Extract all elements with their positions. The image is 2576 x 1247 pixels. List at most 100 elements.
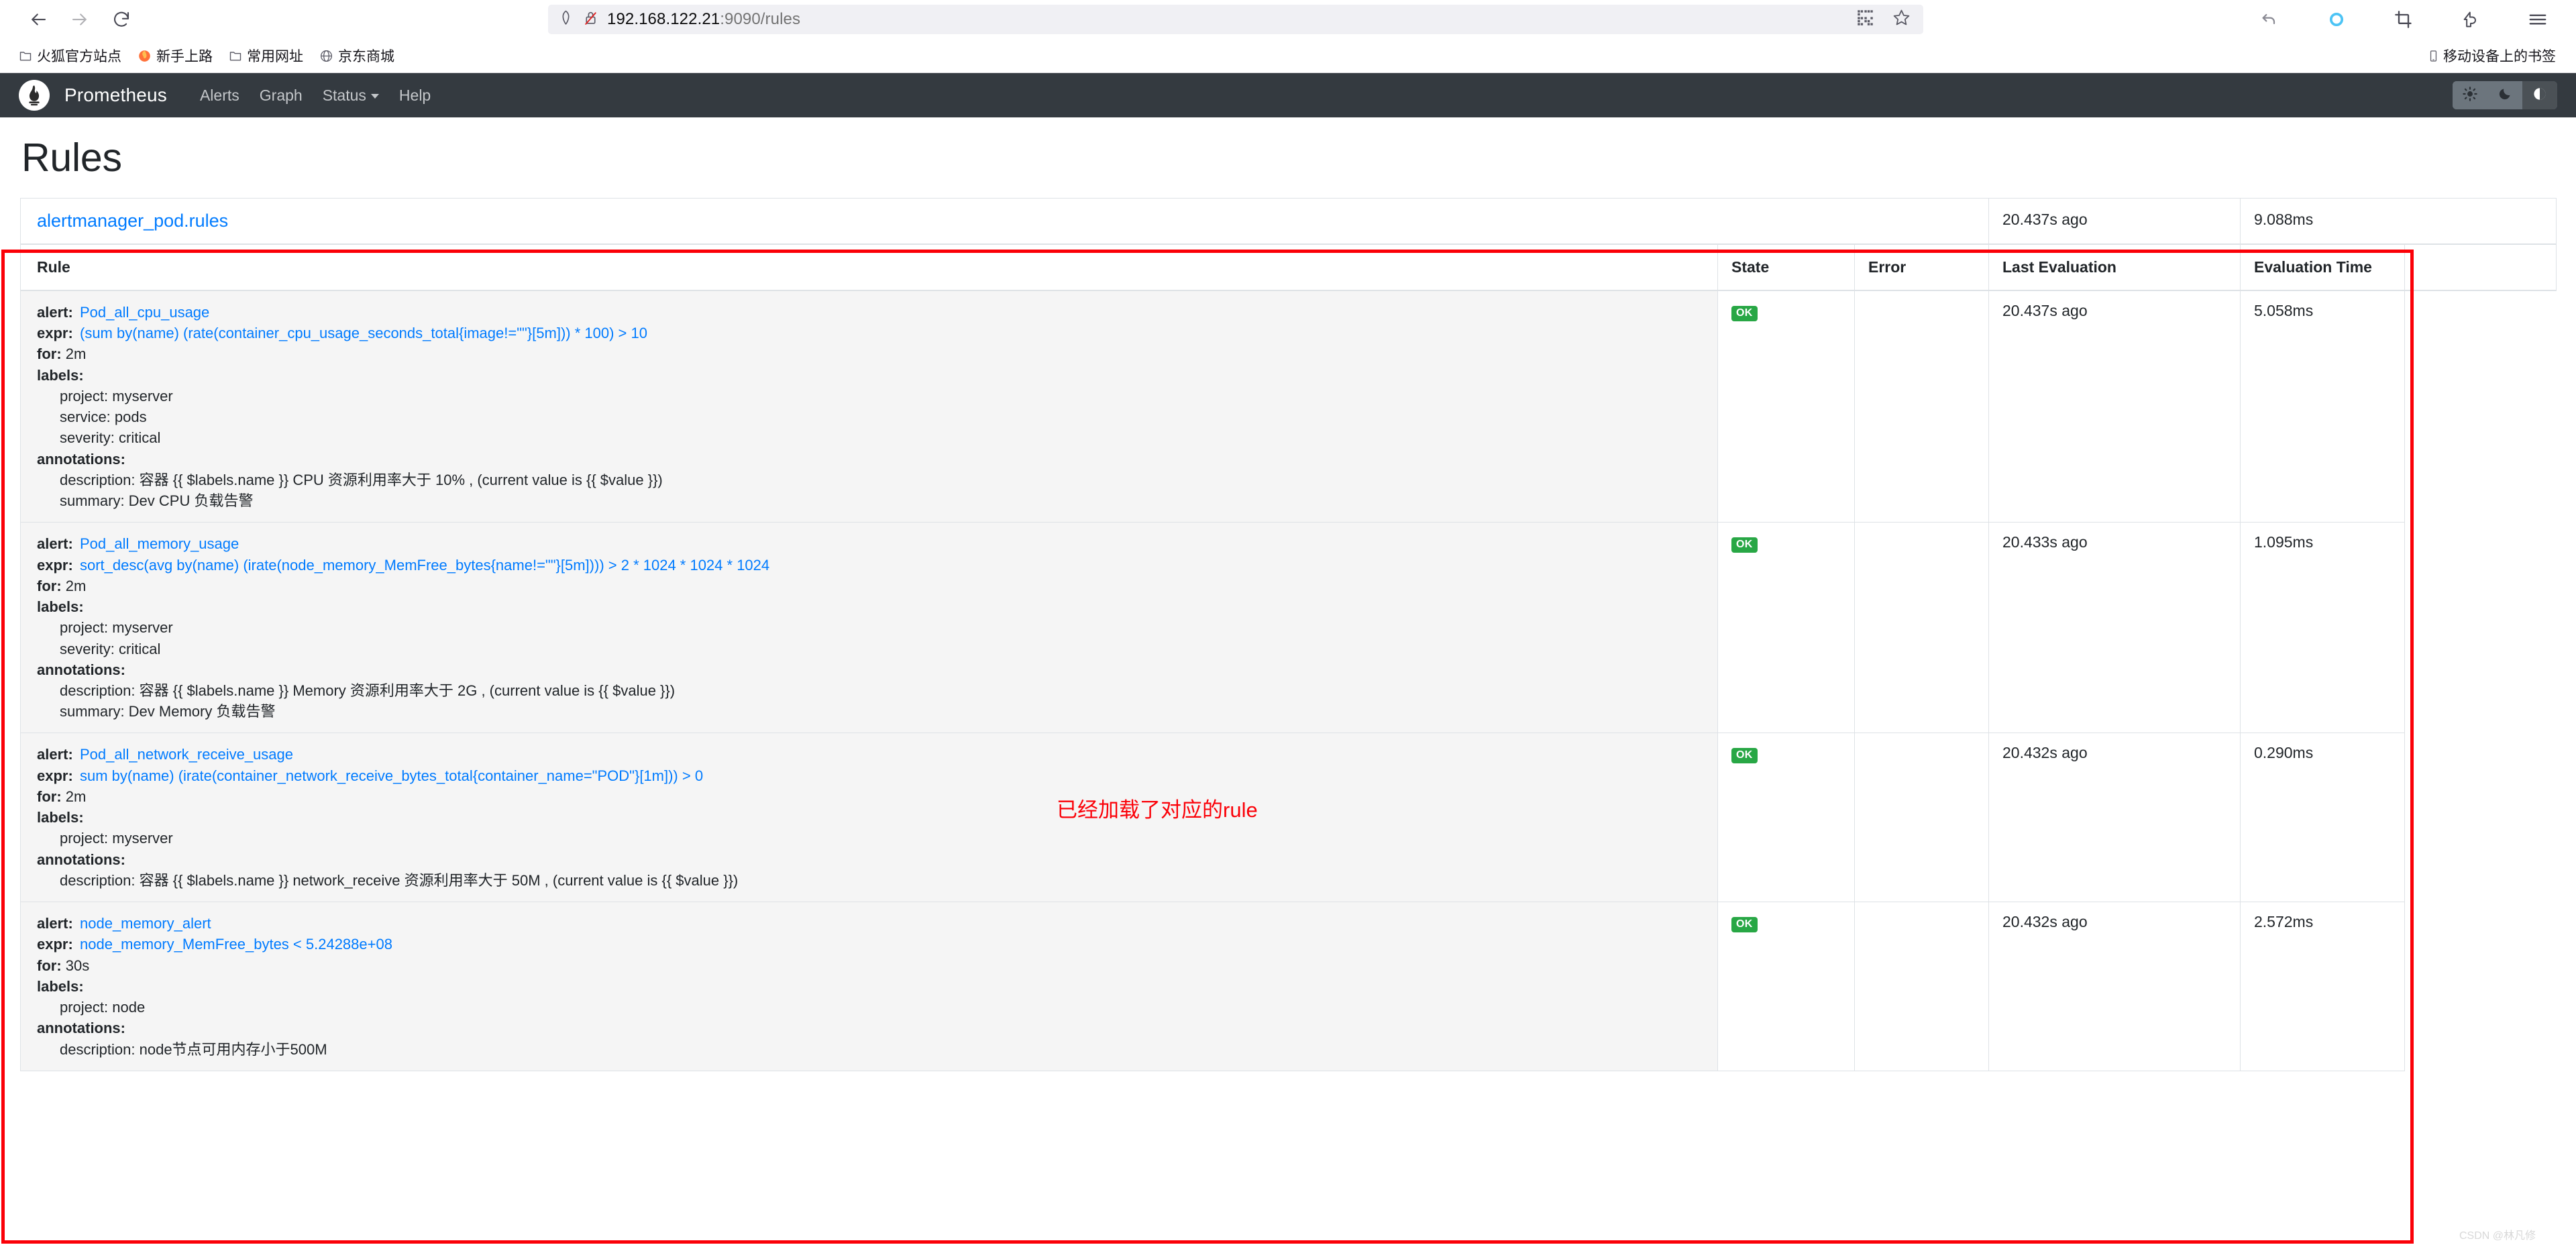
rule-label-item: project: node (60, 999, 146, 1016)
expr-query-link[interactable]: sort_desc(avg by(name) (irate(node_memor… (80, 557, 769, 574)
rule-label-item: severity: critical (60, 429, 161, 447)
alert-label: alert: (37, 304, 73, 321)
broken-lock-icon[interactable] (582, 9, 599, 30)
theme-light-button[interactable] (2453, 81, 2487, 109)
rule-label-item: severity: critical (60, 640, 161, 657)
labels-label: labels: (37, 809, 84, 826)
page-content: Rules alertmanager_pod.rules 20.437s ago… (0, 135, 2576, 1071)
bookmark-item-3[interactable]: 京东商城 (311, 43, 402, 68)
rule-label-item: service: pods (60, 409, 147, 426)
rule-definition-cell: alert: Pod_all_cpu_usage expr: (sum by(name… (20, 290, 1718, 523)
column-header-error: Error (1854, 244, 1989, 291)
expr-label: expr: (37, 556, 73, 574)
reload-button[interactable] (101, 2, 142, 37)
rule-spacer-cell (2404, 902, 2557, 1071)
rule-annotations-heading: annotations: (37, 659, 1704, 680)
nav-link-graph[interactable]: Graph (250, 87, 313, 105)
phone-icon (2427, 50, 2440, 62)
column-header-rule: Rule (20, 244, 1718, 291)
theme-auto-button[interactable] (2522, 81, 2557, 109)
globe-icon (319, 49, 333, 63)
rule-expr-line: expr: (sum by(name) (rate(container_cpu_u… (37, 323, 1704, 343)
nav-link-alerts[interactable]: Alerts (190, 87, 250, 105)
rule-annotations-heading: annotations: (37, 449, 1704, 470)
reload-icon (111, 9, 131, 30)
for-label: for: (37, 957, 62, 974)
qr-code-icon[interactable] (1856, 9, 1874, 30)
alert-name-link[interactable]: Pod_all_cpu_usage (80, 304, 209, 321)
rule-labels-heading: labels: (37, 807, 1704, 828)
star-icon[interactable] (1892, 8, 1911, 31)
expr-query-link[interactable]: node_memory_MemFree_bytes < 5.24288e+08 (80, 936, 392, 953)
rule-for-line: for: 2m (37, 343, 1704, 364)
alert-name-link[interactable]: Pod_all_network_receive_usage (80, 746, 293, 763)
alert-name-link[interactable]: Pod_all_memory_usage (80, 535, 239, 552)
rule-labels-heading: labels: (37, 976, 1704, 997)
annotations-label: annotations: (37, 1020, 125, 1037)
nav-link-help[interactable]: Help (389, 87, 441, 105)
rule-error-cell (1854, 522, 1989, 734)
for-label: for: (37, 577, 62, 594)
brand-name: Prometheus (64, 85, 167, 105)
rule-evaluation-time-cell: 5.058ms (2240, 290, 2405, 523)
prometheus-logo-icon (19, 80, 50, 111)
rule-for-line: for: 2m (37, 786, 1704, 807)
rule-annotations-heading: annotations: (37, 849, 1704, 870)
for-value: 2m (65, 345, 87, 363)
bookmark-item-0[interactable]: 火狐官方站点 (11, 43, 129, 68)
expr-query-link[interactable]: sum by(name) (irate(container_network_re… (80, 767, 703, 784)
forward-button[interactable] (59, 2, 101, 37)
address-bar[interactable]: 192.168.122.21:9090/rules (548, 5, 1923, 34)
rules-table: Rule State Error Last Evaluation Evaluat… (20, 244, 2557, 1071)
page-title: Rules (21, 135, 122, 180)
extension-button[interactable] (2450, 2, 2491, 37)
bookmark-label: 常用网址 (247, 49, 303, 64)
nav-link-status[interactable]: Status (313, 87, 389, 105)
mobile-bookmarks-item[interactable]: 移动设备上的书签 (2427, 46, 2563, 66)
for-value: 2m (65, 577, 87, 594)
half-circle-icon (2532, 86, 2548, 105)
expr-query-link[interactable]: (sum by(name) (rate(container_cpu_usage_… (80, 325, 647, 341)
firefox-icon (138, 49, 152, 63)
alert-label: alert: (37, 915, 73, 932)
rule-alert-line: alert: node_memory_alert (37, 913, 1704, 934)
alert-name-link[interactable]: node_memory_alert (80, 915, 211, 932)
rule-evaluation-time-cell: 0.290ms (2240, 733, 2405, 903)
bookmark-item-2[interactable]: 常用网址 (221, 43, 311, 68)
brand[interactable]: Prometheus (19, 80, 167, 111)
rule-error-cell (1854, 290, 1989, 523)
theme-switch (2453, 81, 2557, 109)
column-header-evaluation-time: Evaluation Time (2240, 244, 2405, 291)
sync-button[interactable] (2316, 2, 2357, 37)
prometheus-navbar: Prometheus Alerts Graph Status Help (0, 73, 2576, 117)
annotation-note: 已经加载了对应的rule (1057, 798, 1258, 822)
rule-label-item: project: myserver (60, 619, 173, 637)
chevron-down-icon (370, 94, 379, 99)
bookmark-item-1[interactable]: 新手上路 (129, 43, 221, 68)
rule-label-item: project: myserver (60, 830, 173, 847)
rule-expr-line: expr: sort_desc(avg by(name) (irate(node_… (37, 555, 1704, 576)
for-value: 30s (65, 957, 90, 974)
shield-icon[interactable] (557, 9, 574, 30)
urlbar-actions (1856, 8, 1914, 31)
screenshot-button[interactable] (2383, 2, 2424, 37)
table-row: alert: node_memory_alert expr: node_memory_… (20, 902, 2557, 1071)
sync-circle-icon (2327, 10, 2346, 29)
browser-chrome: 192.168.122.21:9090/rules 火狐官方站点 新手上路 常用… (0, 0, 2576, 73)
nav-link-label: Status (322, 86, 366, 104)
back-button[interactable] (17, 2, 59, 37)
rule-labels-heading: labels: (37, 596, 1704, 617)
browser-toolbar: 192.168.122.21:9090/rules (0, 0, 2576, 39)
undo-button[interactable] (2249, 2, 2290, 37)
theme-dark-button[interactable] (2487, 81, 2522, 109)
rule-for-line: for: 30s (37, 955, 1704, 976)
status-badge: OK (1731, 306, 1758, 321)
rule-spacer-cell (2404, 290, 2557, 523)
status-badge: OK (1731, 748, 1758, 764)
rule-state-cell: OK (1717, 522, 1855, 734)
nav-link-label: Graph (259, 86, 303, 104)
rule-last-evaluation-cell: 20.433s ago (1988, 522, 2241, 734)
moon-icon (2498, 87, 2512, 104)
menu-button[interactable] (2517, 2, 2559, 37)
rule-group-name-link[interactable]: alertmanager_pod.rules (20, 198, 1989, 244)
